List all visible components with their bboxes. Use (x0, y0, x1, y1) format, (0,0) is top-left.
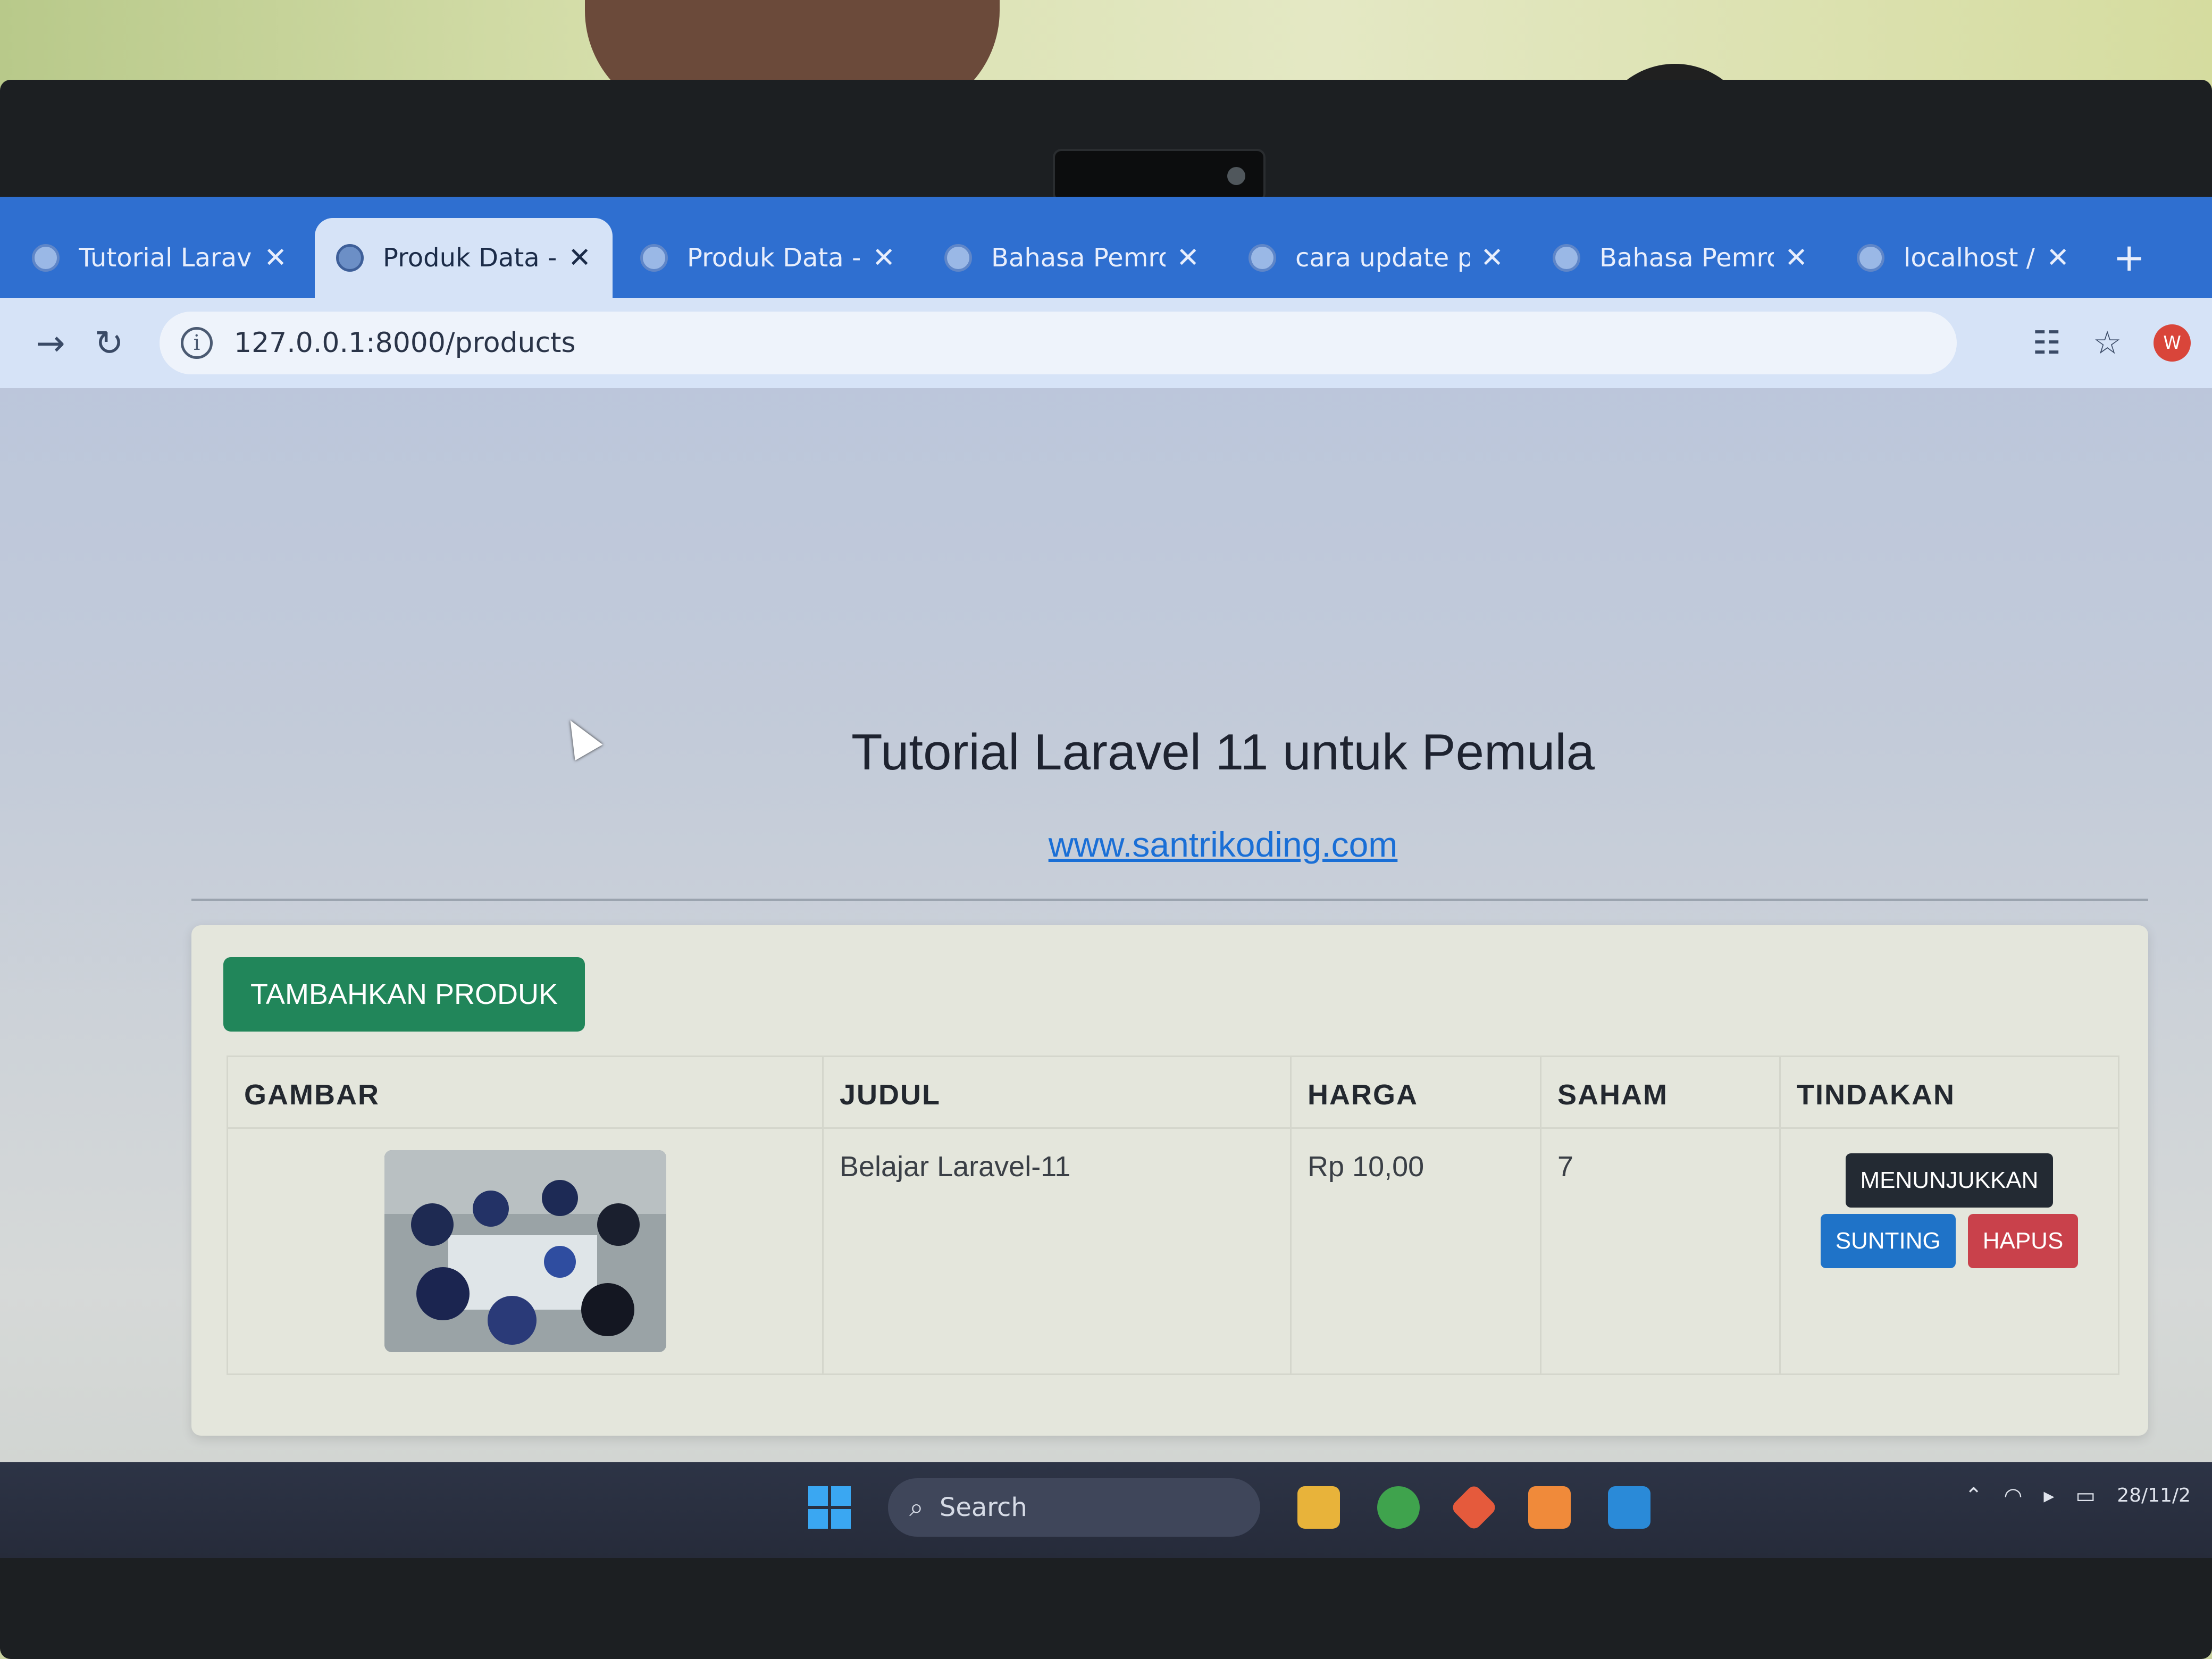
product-actions-cell: MENUNJUKKAN SUNTING HAPUS (1779, 1127, 2119, 1375)
os-taskbar: ⌕ Search ⌃ ◠ ▸ ▭ 28/11/2 (0, 1462, 2212, 1558)
clock-date[interactable]: 28/11/2 (2117, 1484, 2191, 1507)
vscode-icon[interactable] (1608, 1486, 1650, 1529)
header-saham: SAHAM (1540, 1055, 1781, 1129)
add-product-button[interactable]: TAMBAHKAN PRODUK (223, 957, 585, 1032)
product-title-cell: Belajar Laravel-11 (822, 1127, 1292, 1375)
product-photo (384, 1150, 666, 1352)
page-title: Tutorial Laravel 11 untuk Pemula (851, 724, 1595, 781)
reload-icon[interactable]: ↻ (80, 323, 138, 364)
browser-tab[interactable]: Bahasa Pemrogr ✕ (1531, 218, 1829, 298)
laptop-screen: Tutorial Laravel ✕ Produk Data - S ✕ Pro… (0, 197, 2212, 1558)
chevron-up-icon[interactable]: ⌃ (1965, 1484, 1983, 1508)
tab-favicon-icon (1249, 244, 1276, 272)
tab-title: cara update php (1295, 243, 1470, 273)
products-table: GAMBAR JUDUL HARGA SAHAM TINDAKAN Belaja… (227, 1055, 2119, 1375)
page-content: Tutorial Laravel 11 untuk Pemula www.san… (0, 388, 2212, 1558)
tab-title: Produk Data - S (383, 243, 557, 273)
taskbar-search-label: Search (939, 1493, 1027, 1522)
tab-close-icon[interactable]: ✕ (1784, 242, 1808, 274)
address-bar[interactable]: i 127.0.0.1:8000/products (160, 312, 1957, 374)
tab-close-icon[interactable]: ✕ (264, 242, 287, 274)
product-image-cell (227, 1127, 824, 1375)
browser-toolbar: → ↻ i 127.0.0.1:8000/products ☷ ☆ W (0, 298, 2212, 388)
browser-tab[interactable]: Bahasa Pemrogr ✕ (923, 218, 1221, 298)
browser-tab[interactable]: Tutorial Laravel ✕ (11, 218, 308, 298)
tab-title: Produk Data - S (687, 243, 861, 273)
header-gambar: GAMBAR (227, 1055, 824, 1129)
webcam (1053, 149, 1266, 202)
tab-favicon-icon (640, 244, 668, 272)
products-card: TAMBAHKAN PRODUK GAMBAR JUDUL HARGA SAHA… (191, 925, 2148, 1436)
tab-title: Bahasa Pemrogr (1599, 243, 1774, 273)
toolbar-actions: ☷ ☆ W (2032, 324, 2191, 362)
browser-tab[interactable]: localhost / 127. ✕ (1836, 218, 2091, 298)
tab-close-icon[interactable]: ✕ (1480, 242, 1504, 274)
edit-button[interactable]: SUNTING (1820, 1214, 1956, 1268)
tab-title: Tutorial Laravel (79, 243, 253, 273)
tab-title: Bahasa Pemrogr (991, 243, 1166, 273)
system-tray: ⌃ ◠ ▸ ▭ 28/11/2 (1965, 1484, 2191, 1508)
search-icon: ⌕ (909, 1492, 924, 1522)
tab-title: localhost / 127. (1904, 243, 2035, 273)
header-judul: JUDUL (822, 1055, 1292, 1129)
table-row: Belajar Laravel-11 Rp 10,00 7 MENUNJUKKA… (227, 1127, 2119, 1375)
show-button[interactable]: MENUNJUKKAN (1845, 1153, 2054, 1208)
star-icon[interactable]: ☆ (2093, 324, 2122, 362)
profile-avatar[interactable]: W (2154, 324, 2191, 362)
table-header-row: GAMBAR JUDUL HARGA SAHAM TINDAKAN (227, 1055, 2119, 1129)
new-tab-button[interactable]: + (2097, 235, 2166, 298)
browser-tab[interactable]: cara update php ✕ (1227, 218, 1525, 298)
taskbar-apps: ⌕ Search (808, 1478, 1650, 1537)
browser-tab-bar: Tutorial Laravel ✕ Produk Data - S ✕ Pro… (0, 197, 2212, 298)
xampp-icon[interactable] (1528, 1486, 1571, 1529)
browser-tab[interactable]: Produk Data - S ✕ (619, 218, 917, 298)
file-explorer-icon[interactable] (1297, 1486, 1340, 1529)
header-harga: HARGA (1290, 1055, 1541, 1129)
tab-favicon-icon (944, 244, 972, 272)
site-link[interactable]: www.santrikoding.com (0, 824, 2212, 865)
git-icon[interactable] (1449, 1483, 1498, 1532)
url-text[interactable]: 127.0.0.1:8000/products (234, 327, 576, 359)
tab-favicon-icon (1857, 244, 1884, 272)
product-stock-cell: 7 (1540, 1127, 1781, 1375)
browser-tab-active[interactable]: Produk Data - S ✕ (315, 218, 613, 298)
wifi-icon[interactable]: ◠ (2004, 1484, 2022, 1508)
tab-close-icon[interactable]: ✕ (872, 242, 895, 274)
info-icon[interactable]: i (181, 327, 213, 359)
tab-favicon-icon (32, 244, 60, 272)
divider (191, 899, 2148, 901)
product-price-cell: Rp 10,00 (1290, 1127, 1541, 1375)
battery-icon[interactable]: ▭ (2075, 1484, 2096, 1508)
header-tindakan: TINDAKAN (1779, 1055, 2119, 1129)
tab-favicon-icon (336, 244, 364, 272)
volume-icon[interactable]: ▸ (2043, 1484, 2054, 1508)
windows-start-icon[interactable] (808, 1486, 851, 1529)
taskbar-search[interactable]: ⌕ Search (888, 1478, 1260, 1537)
tab-favicon-icon (1553, 244, 1580, 272)
chrome-icon[interactable] (1377, 1486, 1420, 1529)
translate-icon[interactable]: ☷ (2032, 324, 2061, 362)
tab-close-icon[interactable]: ✕ (2046, 242, 2069, 274)
tab-close-icon[interactable]: ✕ (1176, 242, 1200, 274)
delete-button[interactable]: HAPUS (1967, 1214, 2079, 1268)
tab-close-icon[interactable]: ✕ (568, 242, 591, 274)
back-arrow-icon[interactable]: → (21, 323, 80, 364)
